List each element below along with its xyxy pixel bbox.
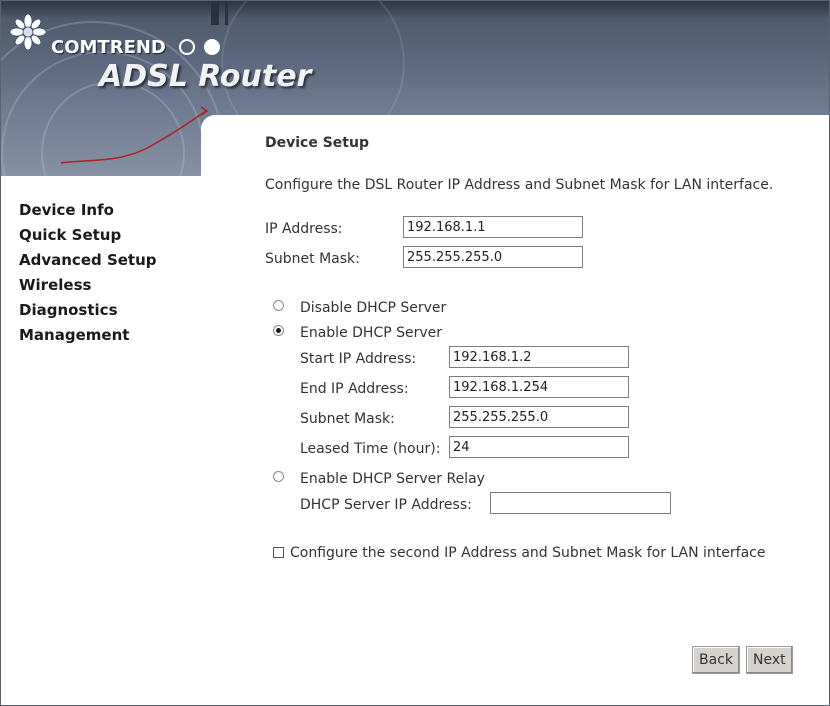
subnet-mask-input[interactable] bbox=[403, 246, 583, 268]
leased-time-label: Leased Time (hour): bbox=[300, 441, 441, 457]
comtrend-logo-icon bbox=[9, 13, 47, 51]
end-ip-input[interactable] bbox=[449, 376, 629, 398]
sidebar-item-management[interactable]: Management bbox=[19, 323, 157, 348]
decorative-graph-icon bbox=[61, 106, 209, 164]
sidebar-nav: Device Info Quick Setup Advanced Setup W… bbox=[19, 198, 157, 348]
ip-address-input[interactable] bbox=[403, 216, 583, 238]
relay-ip-label: DHCP Server IP Address: bbox=[300, 497, 472, 513]
relay-ip-input[interactable] bbox=[490, 492, 671, 514]
enable-dhcp-label: Enable DHCP Server bbox=[300, 325, 443, 341]
page-description: Configure the DSL Router IP Address and … bbox=[265, 177, 774, 193]
ip-address-label: IP Address: bbox=[265, 221, 343, 237]
back-button[interactable]: Back bbox=[692, 646, 740, 674]
second-ip-label: Configure the second IP Address and Subn… bbox=[290, 545, 766, 561]
next-button[interactable]: Next bbox=[746, 646, 793, 674]
sidebar: Device Info Quick Setup Advanced Setup W… bbox=[1, 176, 202, 705]
dhcp-subnet-mask-label: Subnet Mask: bbox=[300, 411, 395, 427]
product-title: ADSL Router bbox=[99, 59, 312, 94]
second-ip-checkbox[interactable] bbox=[273, 547, 284, 558]
sidebar-item-quick-setup[interactable]: Quick Setup bbox=[19, 223, 157, 248]
dhcp-subnet-mask-input[interactable] bbox=[449, 406, 629, 428]
sidebar-item-advanced-setup[interactable]: Advanced Setup bbox=[19, 248, 157, 273]
dhcp-relay-radio[interactable] bbox=[273, 471, 284, 482]
dhcp-relay-label: Enable DHCP Server Relay bbox=[300, 471, 485, 487]
sidebar-item-diagnostics[interactable]: Diagnostics bbox=[19, 298, 157, 323]
start-ip-label: Start IP Address: bbox=[300, 351, 417, 367]
router-page: COMTREND ADSL Router Device Info Quick S… bbox=[0, 0, 830, 706]
enable-dhcp-radio[interactable] bbox=[273, 325, 284, 336]
logo-circles-icon bbox=[179, 39, 224, 59]
start-ip-input[interactable] bbox=[449, 346, 629, 368]
main-content: Device Setup Configure the DSL Router IP… bbox=[201, 115, 829, 705]
subnet-mask-label: Subnet Mask: bbox=[265, 251, 360, 267]
page-title: Device Setup bbox=[265, 135, 369, 151]
disable-dhcp-label: Disable DHCP Server bbox=[300, 300, 447, 316]
sidebar-item-device-info[interactable]: Device Info bbox=[19, 198, 157, 223]
end-ip-label: End IP Address: bbox=[300, 381, 409, 397]
leased-time-input[interactable] bbox=[449, 436, 629, 458]
company-logo-text: COMTREND bbox=[51, 37, 166, 58]
sidebar-item-wireless[interactable]: Wireless bbox=[19, 273, 157, 298]
disable-dhcp-radio[interactable] bbox=[273, 300, 284, 311]
